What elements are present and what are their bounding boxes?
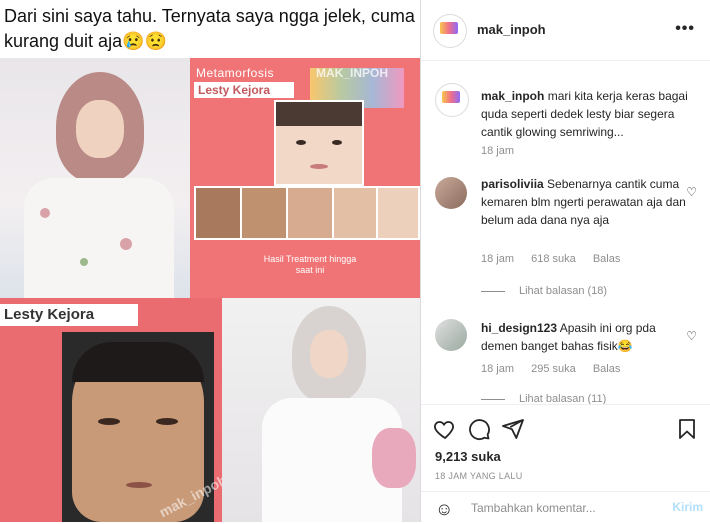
treatment-text: Hasil Treatment hingga saat ini — [263, 254, 357, 275]
comment-time[interactable]: 18 jam — [481, 363, 514, 375]
comment-username[interactable]: parisoliviia — [481, 177, 544, 191]
bookmark-icon[interactable] — [675, 417, 699, 441]
header-username[interactable]: mak_inpoh — [477, 22, 546, 37]
view-replies-button[interactable]: Lihat balasan (11) — [481, 393, 606, 404]
comment-time[interactable]: 18 jam — [481, 253, 514, 265]
comment-like-icon[interactable]: ♡ — [686, 185, 697, 199]
commenter-avatar[interactable] — [435, 319, 467, 351]
comment-username[interactable]: hi_design123 — [481, 321, 557, 335]
outfit-shape — [24, 178, 174, 298]
photo-panel-bottom-right — [222, 298, 420, 522]
progress-photo-2 — [240, 186, 288, 240]
caption-avatar[interactable] — [435, 83, 469, 117]
comment-input[interactable] — [469, 500, 663, 516]
meme-caption-area: Dari sini saya tahu. Ternyata saya ngga … — [0, 0, 420, 58]
posted-time[interactable]: 18 JAM YANG LALU — [435, 471, 523, 481]
photo-panel-top-left — [0, 58, 190, 298]
post-actions: 9,213 suka 18 JAM YANG LALU ☺ Kirim — [421, 404, 710, 523]
comment-bubble-icon[interactable] — [467, 417, 491, 441]
post-header: mak_inpoh ••• — [421, 0, 710, 61]
comment-reply-button[interactable]: Balas — [593, 253, 621, 265]
post-sidebar: mak_inpoh ••• mak_inpoh mari kita kerja … — [420, 0, 710, 522]
emoji-icon[interactable]: ☺ — [435, 499, 453, 520]
progress-photo-5 — [376, 186, 420, 240]
share-send-icon[interactable] — [501, 417, 525, 441]
commenter-avatar[interactable] — [435, 177, 467, 209]
view-replies-button[interactable]: Lihat balasan (18) — [481, 285, 607, 297]
likes-count[interactable]: 9,213 suka — [435, 449, 501, 464]
watermark-top: MAK_INPOH — [316, 66, 389, 80]
comments-section[interactable]: mak_inpoh mari kita kerja keras bagai qu… — [421, 61, 710, 404]
after-face-photo — [274, 100, 364, 186]
lesty-label: Lesty Kejora — [0, 304, 138, 326]
tv-logo-icon — [440, 22, 458, 34]
add-comment-bar: ☺ Kirim — [421, 491, 710, 524]
flowers — [372, 428, 416, 488]
metamorfosis-title: Metamorfosis — [196, 66, 275, 80]
comment-item: hi_design123 Apasih ini org pda demen ba… — [435, 317, 697, 404]
caption-username[interactable]: mak_inpoh — [481, 89, 544, 103]
metamorfosis-name: Lesty Kejora — [194, 82, 294, 98]
avatar[interactable] — [433, 14, 467, 48]
comment-like-icon[interactable]: ♡ — [686, 329, 697, 343]
post-image[interactable]: Dari sini saya tahu. Ternyata saya ngga … — [0, 0, 420, 522]
tv-logo-icon — [442, 91, 460, 103]
more-options-icon[interactable]: ••• — [675, 20, 695, 38]
comment-likes[interactable]: 295 suka — [531, 363, 576, 375]
progress-photo-4 — [332, 186, 380, 240]
progress-photo-3 — [286, 186, 334, 240]
face-shape — [76, 100, 124, 158]
comment-likes[interactable]: 618 suka — [531, 253, 576, 265]
like-heart-icon[interactable] — [433, 417, 457, 441]
comment-reply-button[interactable]: Balas — [593, 363, 621, 375]
meme-caption-text: Dari sini saya tahu. Ternyata saya ngga … — [4, 6, 415, 51]
comment-item: parisoliviia Sebenarnya cantik cuma kema… — [435, 173, 697, 303]
caption-item: mak_inpoh mari kita kerja keras bagai qu… — [435, 83, 697, 173]
caption-time[interactable]: 18 jam — [481, 145, 514, 157]
progress-photo-1 — [194, 186, 242, 240]
post-comment-button[interactable]: Kirim — [672, 500, 703, 514]
